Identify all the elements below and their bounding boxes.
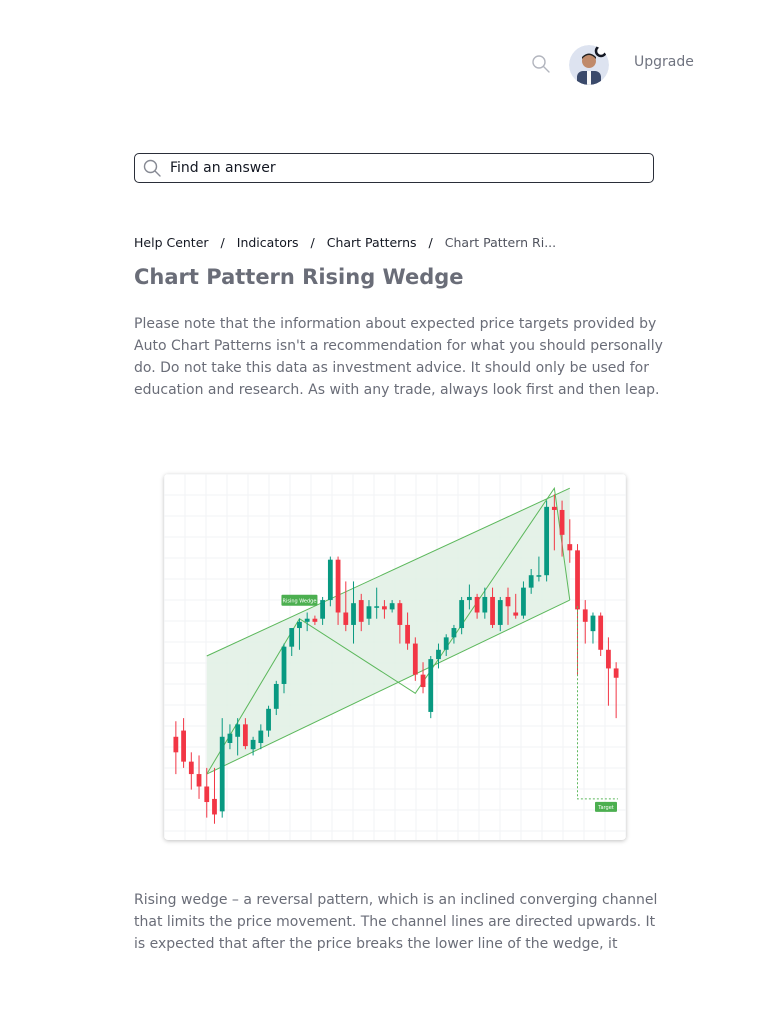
candle-body xyxy=(590,615,596,632)
candle-body xyxy=(606,649,611,669)
candle-body xyxy=(567,544,573,551)
candle-body xyxy=(420,674,426,688)
page-title: Chart Pattern Rising Wedge xyxy=(134,265,464,289)
candle-body xyxy=(497,600,503,625)
candle-body xyxy=(266,708,271,731)
candle-body xyxy=(289,628,295,647)
breadcrumb-separator: / xyxy=(428,235,433,250)
breadcrumb-indicators[interactable]: Indicators xyxy=(237,235,299,250)
breadcrumb: Help Center / Indicators / Chart Pattern… xyxy=(134,235,556,250)
candle-body xyxy=(235,724,241,737)
candle-body xyxy=(459,600,465,629)
chart-canvas: Rising Wedge Target xyxy=(164,474,626,840)
rising-wedge-chart: Rising Wedge Target xyxy=(164,474,626,840)
candle-body xyxy=(188,761,194,775)
search-icon[interactable] xyxy=(531,54,551,74)
breadcrumb-separator: / xyxy=(220,235,225,250)
avatar[interactable] xyxy=(569,45,609,85)
upgrade-link[interactable]: Upgrade xyxy=(634,54,694,70)
candle-body xyxy=(582,609,588,622)
candle-body xyxy=(351,603,356,625)
candle-body xyxy=(528,575,534,588)
candle-body xyxy=(466,596,472,601)
candle-body xyxy=(258,730,264,743)
disclaimer-paragraph: Please note that the information about e… xyxy=(134,316,663,398)
breadcrumb-separator: / xyxy=(310,235,315,250)
candle-body xyxy=(297,621,302,629)
help-search-bar[interactable] xyxy=(134,153,654,183)
candle-body xyxy=(227,733,233,743)
candle-body xyxy=(173,736,179,753)
candle-body xyxy=(204,786,210,803)
search-input[interactable] xyxy=(170,160,653,176)
candle-body xyxy=(536,575,542,577)
candle-body xyxy=(343,612,349,625)
candle-body xyxy=(474,596,480,613)
candle-body xyxy=(366,606,372,619)
candle-body xyxy=(544,506,550,576)
candle-body xyxy=(382,606,387,610)
candle-body xyxy=(513,612,519,616)
candle-body xyxy=(397,603,403,625)
candle-body xyxy=(598,615,604,650)
candle-body xyxy=(389,603,395,610)
candle-body xyxy=(451,628,457,638)
description-paragraph: Rising wedge – a reversal pattern, which… xyxy=(134,892,658,952)
candle-body xyxy=(281,646,287,684)
candle-body xyxy=(412,643,418,675)
candle-body xyxy=(212,798,217,815)
pattern-label: Rising Wedge xyxy=(282,599,316,605)
candle-body xyxy=(436,649,441,660)
candle-body xyxy=(358,600,364,622)
candle-body xyxy=(505,596,511,607)
candle-body xyxy=(559,509,565,535)
candle-body xyxy=(312,618,318,622)
candle-body xyxy=(320,600,326,619)
candle-body xyxy=(443,637,449,650)
candle-body xyxy=(613,668,619,678)
candle-body xyxy=(575,550,580,610)
candle-body xyxy=(219,736,225,812)
candle-body xyxy=(273,683,279,709)
candle-body xyxy=(181,730,186,762)
candle-body xyxy=(196,774,202,787)
candle-body xyxy=(327,559,333,601)
candle-body xyxy=(521,587,526,616)
candle-body xyxy=(374,606,380,608)
candle-body xyxy=(551,506,557,510)
candle-body xyxy=(335,559,341,613)
breadcrumb-current: Chart Pattern Ri... xyxy=(444,235,557,250)
candle-body xyxy=(405,624,410,644)
candle-body xyxy=(428,659,434,712)
search-icon xyxy=(143,159,161,177)
breadcrumb-help-center[interactable]: Help Center xyxy=(134,235,209,250)
candle-body xyxy=(304,618,310,622)
breadcrumb-chart-patterns[interactable]: Chart Patterns xyxy=(327,235,417,250)
target-label: Target xyxy=(597,805,614,811)
candle-body xyxy=(490,596,495,625)
candle-body xyxy=(250,739,256,750)
candle-body xyxy=(242,724,248,747)
candle-body xyxy=(482,596,488,613)
